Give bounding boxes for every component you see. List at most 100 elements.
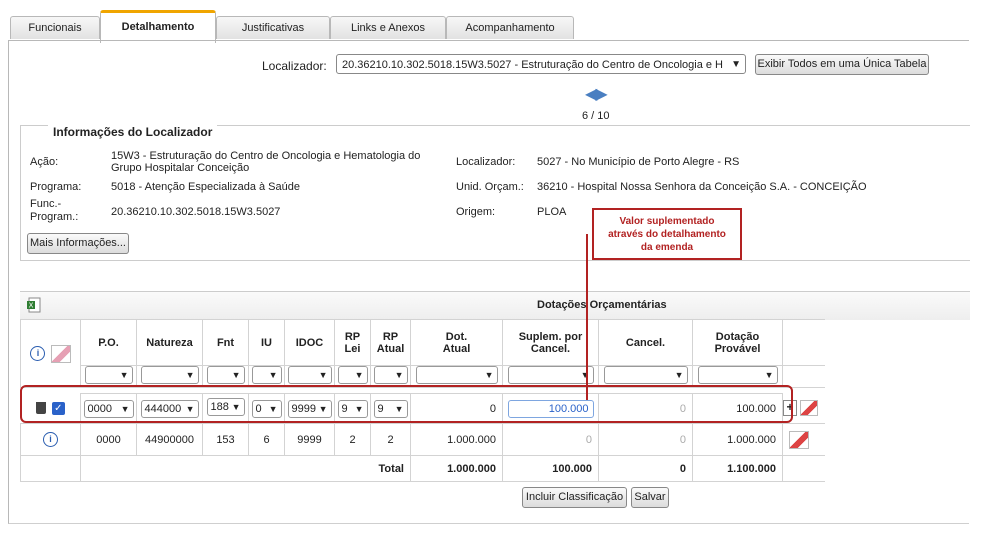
row-po: 0000 (80, 423, 137, 456)
localizador-label: Localizador: (262, 59, 327, 73)
info-icon[interactable]: i (43, 432, 58, 447)
dot-atual-line1: Dot. (445, 330, 468, 343)
col-iu-header: IU (248, 319, 285, 366)
tab-justificativas[interactable]: Justificativas (216, 16, 330, 39)
annotation-line1: Valor suplementado (619, 216, 715, 227)
func-program-value: 20.36210.10.302.5018.15W3.5027 (111, 206, 281, 218)
filter-rp-atual-select[interactable]: ▼ (373, 366, 408, 384)
chevron-down-icon: ▼ (731, 59, 741, 70)
rp-lei-line2: Lei (344, 342, 361, 355)
rp-atual-line2: Atual (376, 342, 405, 355)
total-label: Total (80, 455, 411, 482)
edit-row: ✓ 0000 ▼ 444000 ▼ 188 ▼ 0 ▼ 9999 ▼ 9 ▼ 9 ▼ 0 10… (21, 393, 825, 424)
row-rp-atual: 2 (370, 423, 411, 456)
row-dot-prov: 1.000.000 (692, 423, 783, 456)
filter-iu-select[interactable]: ▼ (251, 366, 282, 384)
add-row-button[interactable]: + (783, 400, 797, 417)
edit-po-value: 0000 (87, 402, 112, 415)
row-checkbox[interactable]: ✓ (51, 401, 65, 415)
dot-atual-line2: Atual (442, 342, 471, 355)
filter-suplem-select[interactable]: ▼ (507, 366, 594, 384)
eraser-icon[interactable] (800, 400, 819, 417)
dot-prov-line2: Provável (714, 342, 761, 355)
filter-natureza-select[interactable]: ▼ (140, 366, 199, 384)
edit-rp-atual-select[interactable]: 9 ▼ (373, 399, 408, 418)
incluir-classificacao-button[interactable]: Incluir Classificação (522, 487, 627, 508)
filter-rp-lei-select[interactable]: ▼ (337, 366, 368, 384)
salvar-button[interactable]: Salvar (631, 487, 669, 508)
eraser-icon[interactable] (789, 430, 809, 449)
tab-funcionais[interactable]: Funcionais (10, 16, 100, 39)
filter-dot-prov-select[interactable]: ▼ (697, 366, 778, 384)
col-rp-lei-header: RP Lei (334, 319, 371, 366)
unid-orcam-value: 36210 - Hospital Nossa Senhora da Concei… (537, 181, 867, 193)
filter-idoc-select[interactable]: ▼ (287, 366, 332, 384)
col-dot-atual-header: Dot. Atual (410, 319, 503, 366)
acao-value-line1: 15W3 - Estruturação do Centro de Oncolog… (111, 150, 421, 162)
edit-natureza-select[interactable]: 444000 ▼ (140, 399, 199, 418)
edit-idoc-select[interactable]: 9999 ▼ (287, 399, 332, 418)
more-info-button[interactable]: Mais Informações... (27, 233, 129, 254)
pager-arrows: ◀▶ (585, 84, 608, 104)
acao-value-line2: Grupo Hospitalar Conceição (111, 162, 250, 174)
annotation-line2: através do detalhamento (608, 229, 726, 240)
func-program-label-line1: Func.- (30, 198, 62, 210)
table-header-row: i P.O. Natureza Fnt IU IDOC RP Lei RP Atua… (20, 319, 825, 388)
col-fnt-header: Fnt (202, 319, 249, 366)
edit-cancel-value: 0 (598, 393, 693, 424)
row-natureza: 44900000 (136, 423, 203, 456)
row-idoc: 9999 (284, 423, 335, 456)
tab-detalhamento[interactable]: Detalhamento (100, 10, 216, 43)
edit-idoc-value: 9999 (291, 402, 316, 415)
rp-atual-line1: RP (382, 330, 399, 343)
filter-dot-atual-select[interactable]: ▼ (415, 366, 498, 384)
edit-fnt-select[interactable]: 188 ▼ (206, 398, 245, 416)
prev-arrow-icon[interactable]: ◀ (585, 86, 597, 103)
localizador-select-value: 20.36210.10.302.5018.15W3.5027 - Estrutu… (342, 59, 723, 71)
unid-orcam-label: Unid. Orçam.: (456, 181, 524, 193)
col-suplem-header: Suplem. por Cancel. (502, 319, 599, 366)
edit-iu-value: 0 (255, 402, 262, 415)
total-suplem: 100.000 (502, 455, 599, 482)
eraser-icon[interactable] (50, 344, 71, 363)
excel-export-icon[interactable]: X (26, 297, 42, 313)
func-program-label-line2: Program.: (30, 211, 79, 223)
edit-po-select[interactable]: 0000 ▼ (83, 399, 134, 418)
acao-label: Ação: (30, 156, 59, 168)
edit-iu-select[interactable]: 0 ▼ (251, 399, 282, 418)
filter-po-select[interactable]: ▼ (84, 366, 133, 384)
row-dot-atual: 1.000.000 (410, 423, 503, 456)
localizador-select[interactable]: 20.36210.10.302.5018.15W3.5027 - Estrutu… (336, 54, 746, 74)
dot-prov-line1: Dotação (715, 330, 760, 343)
next-arrow-icon[interactable]: ▶ (595, 86, 607, 103)
col-dot-prov-header: Dotação Provável (692, 319, 783, 366)
edit-natureza-value: 444000 (144, 402, 182, 415)
tab-links-anexos[interactable]: Links e Anexos (330, 16, 446, 39)
suplem-line1: Suplem. por (518, 330, 583, 343)
edit-dot-atual-value: 0 (410, 393, 503, 424)
suplem-input[interactable]: 100.000 (507, 399, 594, 418)
localizador-info-value: 5027 - No Município de Porto Alegre - RS (537, 156, 740, 168)
edit-fnt-value: 188 (210, 401, 229, 413)
filter-cancel-select[interactable]: ▼ (603, 366, 688, 384)
col-rp-atual-header: RP Atual (370, 319, 411, 366)
edit-rp-lei-value: 9 (341, 402, 348, 415)
info-icon[interactable]: i (30, 346, 46, 362)
dotacoes-table: i P.O. Natureza Fnt IU IDOC RP Lei RP Atua… (20, 319, 825, 482)
row-rp-lei: 2 (334, 423, 371, 456)
row-iu: 6 (248, 423, 285, 456)
table-row: i 0000 44900000 153 6 9999 2 2 1.000.000… (20, 423, 825, 456)
row-suplem: 0 (502, 423, 599, 456)
edit-rp-lei-select[interactable]: 9 ▼ (337, 399, 368, 418)
trash-icon[interactable] (35, 402, 46, 415)
tab-acompanhamento[interactable]: Acompanhamento (446, 16, 574, 39)
row-cancel: 0 (598, 423, 693, 456)
total-cancel: 0 (598, 455, 693, 482)
filter-fnt-select[interactable]: ▼ (206, 366, 245, 384)
annotation-line3: da emenda (640, 242, 694, 253)
show-all-button[interactable]: Exibir Todos em uma Única Tabela (755, 54, 929, 75)
grid-header-bar (20, 291, 970, 320)
rp-lei-line1: RP (344, 330, 361, 343)
origem-value: PLOA (537, 206, 567, 218)
total-dot-prov: 1.100.000 (692, 455, 783, 482)
